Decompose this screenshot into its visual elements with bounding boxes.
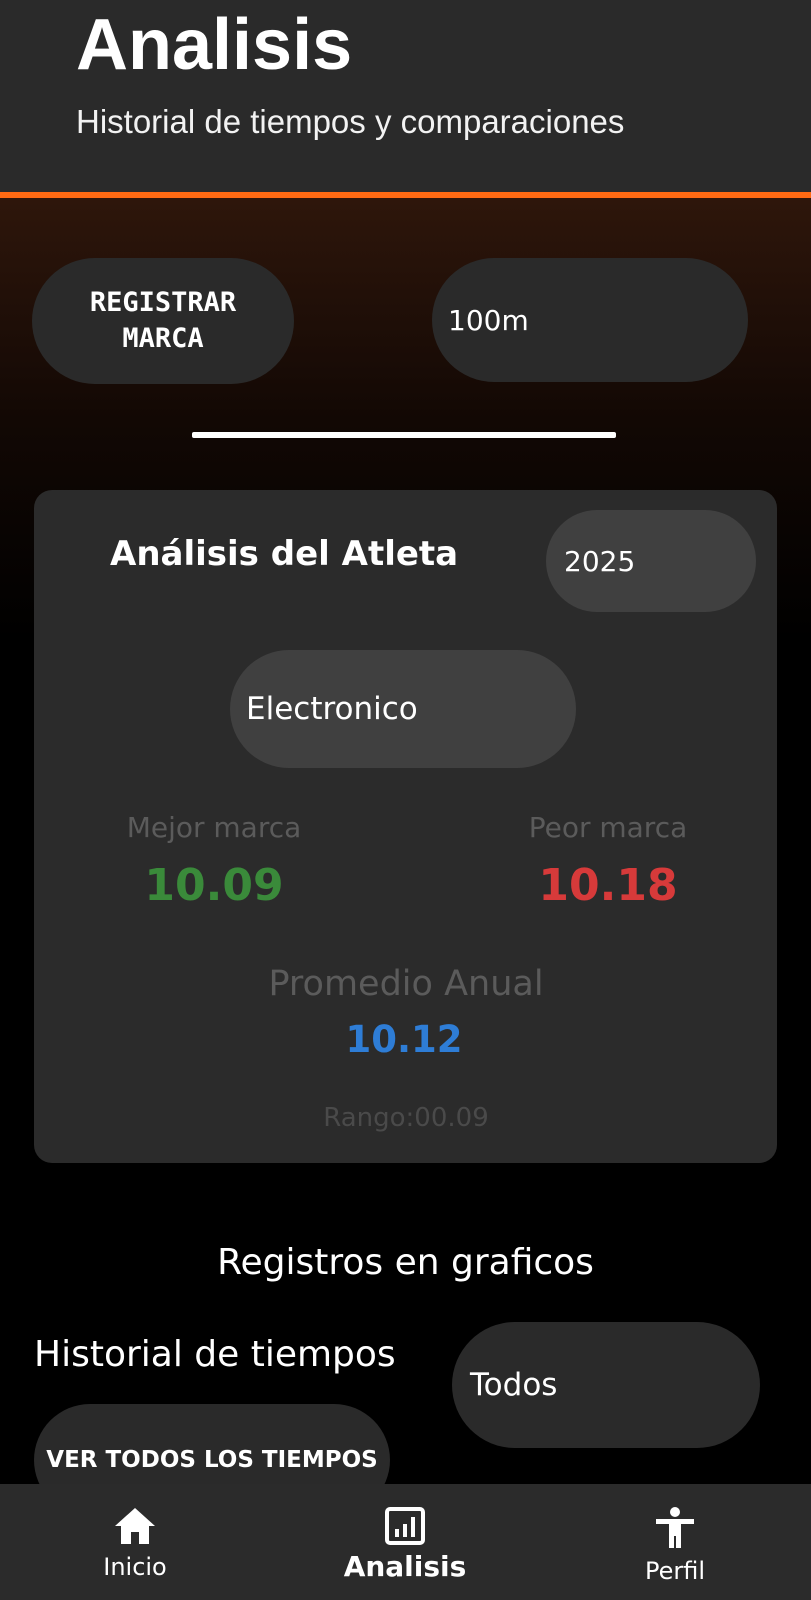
time-history-label: Historial de tiempos [34,1334,396,1375]
history-filter-value: Todos [470,1367,558,1403]
timing-type-value: Electronico [246,691,418,727]
annual-average-label: Promedio Anual [268,964,544,1004]
section-divider [192,432,616,438]
best-mark-value: 10.09 [144,860,284,911]
bottom-navigation: Inicio Analisis Perfil [0,1484,811,1600]
nav-item-analysis-label: Analisis [343,1550,467,1583]
athlete-analysis-card: Análisis del Atleta 2025 Electronico Mej… [34,490,777,1163]
bar-chart-icon [385,1507,425,1545]
year-select[interactable]: 2025 [546,510,756,612]
range-text: Rango:00.09 [323,1103,489,1133]
nav-item-profile-label: Perfil [644,1557,706,1585]
analysis-screen: Analisis Historial de tiempos y comparac… [0,0,811,1600]
history-filter-select[interactable]: Todos [452,1322,760,1448]
nav-item-profile[interactable]: Perfil [610,1484,740,1600]
nav-item-analysis[interactable]: Analisis [330,1484,480,1600]
annual-average-value: 10.12 [345,1018,463,1061]
worst-mark-label: Peor marca [528,811,688,844]
event-select-value: 100m [448,303,529,337]
page-subtitle: Historial de tiempos y comparaciones [76,103,625,140]
app-header: Analisis Historial de tiempos y comparac… [0,0,811,198]
card-title: Análisis del Atleta [110,534,459,574]
page-title: Analisis [76,5,353,85]
timing-type-select[interactable]: Electronico [230,650,576,768]
charts-section-title: Registros en graficos [217,1242,594,1283]
nav-item-home-label: Inicio [103,1553,167,1581]
register-mark-button[interactable]: REGISTRAR MARCA [32,258,294,384]
event-select[interactable]: 100m [432,258,748,382]
year-select-value: 2025 [564,544,636,578]
nav-item-home[interactable]: Inicio [70,1484,200,1600]
best-mark-label: Mejor marca [126,811,302,844]
home-icon [115,1508,155,1544]
worst-mark-value: 10.18 [538,860,678,911]
accessibility-icon [656,1507,694,1548]
